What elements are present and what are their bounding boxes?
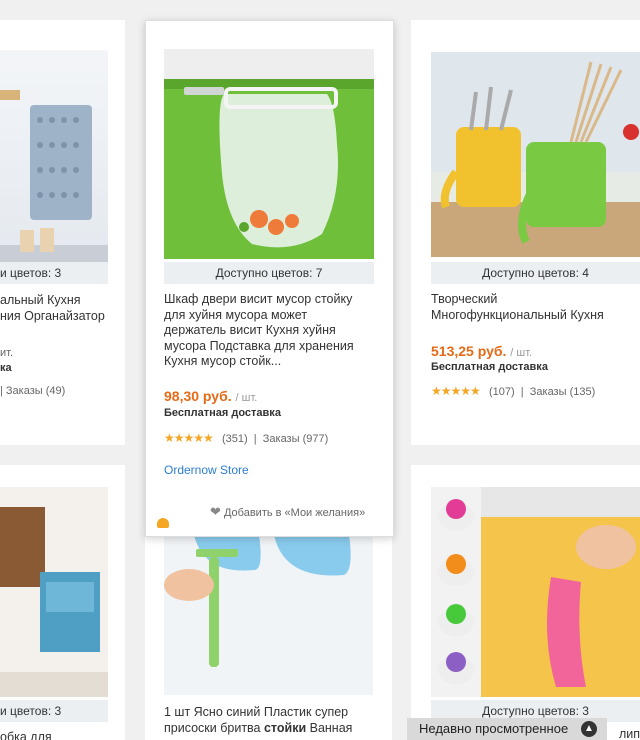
product-card-left-top[interactable]: и цветов: 3 альный Кухня ния Органайзато… <box>0 20 125 445</box>
shipping-label: Бесплатная доставка <box>164 407 281 419</box>
key-box-image <box>0 507 108 697</box>
product-title[interactable]: Творческий Многофункциональный Кухня <box>431 292 636 323</box>
available-colors-label: и цветов: 3 <box>0 700 108 722</box>
orders-count: | Заказы (49) <box>0 385 66 397</box>
recently-viewed-label: Недавно просмотренное <box>419 721 569 736</box>
title-line: Творческий <box>431 292 498 306</box>
price-unit-fragment: ит. <box>0 347 14 359</box>
product-image[interactable] <box>164 49 374 259</box>
rating-count[interactable]: (107) <box>489 386 515 398</box>
towel-hook-image <box>438 487 640 697</box>
title-line: ния Органайзатор <box>0 308 105 323</box>
rating-stars-icon: ★★★★★ <box>164 431 214 445</box>
product-title[interactable]: обка для <box>0 730 52 740</box>
elephant-cutlery-holder-image <box>431 52 640 257</box>
price-value: 98,30 руб. <box>164 388 232 404</box>
title-line: 1 шт Ясно синий Пластик супер <box>164 705 349 719</box>
available-colors-label: и цветов: 3 <box>0 262 108 284</box>
add-to-wishlist-button[interactable]: ❤ Добавить в «Мои желания» <box>210 504 365 520</box>
product-image[interactable] <box>0 50 108 278</box>
title-fragment: Ванная <box>306 720 353 735</box>
cabinet-trash-bag-holder-image <box>164 49 374 259</box>
title-line: Многофункциональный Кухня <box>431 307 604 322</box>
orders-count[interactable]: Заказы (977) <box>263 433 329 445</box>
product-title[interactable]: Шкаф двери висит мусор стойку для хуйня … <box>164 292 372 370</box>
title-line: альный Кухня <box>0 293 81 307</box>
title-highlight: стойки <box>263 720 307 735</box>
available-colors-label: Доступно цветов: 7 <box>164 262 374 284</box>
store-link[interactable]: Ordernow Store <box>164 463 249 477</box>
heart-icon: ❤ <box>210 504 221 519</box>
product-image[interactable] <box>0 487 108 697</box>
product-image[interactable] <box>431 487 640 697</box>
product-hover-card[interactable]: Доступно цветов: 7 Шкаф двери висит мусо… <box>145 20 394 537</box>
product-image[interactable] <box>164 535 373 695</box>
price-unit: / шт. <box>510 347 533 359</box>
wishlist-label: Добавить в «Мои желания» <box>223 507 366 519</box>
price-value: 513,25 руб. <box>431 343 507 359</box>
title-fragment: присоски бритва <box>164 720 264 735</box>
product-title[interactable]: альный Кухня ния Органайзатор <box>0 293 125 324</box>
product-card-right-bottom[interactable]: Доступно цветов: 3 лип <box>411 465 640 740</box>
product-card-right-top[interactable]: Доступно цветов: 4 Творческий Многофункц… <box>411 20 640 445</box>
rating-stars-icon: ★★★★★ <box>431 384 481 398</box>
product-title[interactable]: 1 шт Ясно синий Пластик супер присоски б… <box>164 705 389 736</box>
rating-row: ★★★★★ (351) | Заказы (977) <box>164 431 329 445</box>
product-title-fragment[interactable]: лип <box>619 727 640 740</box>
available-colors-label: Доступно цветов: 4 <box>431 262 640 284</box>
orders-count[interactable]: Заказы (135) <box>530 386 596 398</box>
price-unit: / шт. <box>235 392 258 404</box>
pegboard-organizer-image <box>0 90 108 278</box>
product-price: 98,30 руб. / шт. <box>164 388 257 404</box>
rating-row: ★★★★★ (107) | Заказы (135) <box>431 384 596 398</box>
shipping-fragment: ка <box>0 362 12 374</box>
chevron-up-icon[interactable]: ▲ <box>581 721 597 737</box>
product-price: 513,25 руб. / шт. <box>431 343 532 359</box>
shipping-label: Бесплатная доставка <box>431 361 548 373</box>
title-line: присоски бритва стойки Ванная <box>164 721 389 737</box>
store-badge-icon <box>157 518 169 528</box>
product-card-left-bottom[interactable]: и цветов: 3 обка для <box>0 465 125 740</box>
rating-count[interactable]: (351) <box>222 433 248 445</box>
razor-holder-image <box>164 535 373 695</box>
product-image[interactable] <box>431 52 640 257</box>
recently-viewed-tab[interactable]: Недавно просмотренное ▲ <box>407 718 607 740</box>
